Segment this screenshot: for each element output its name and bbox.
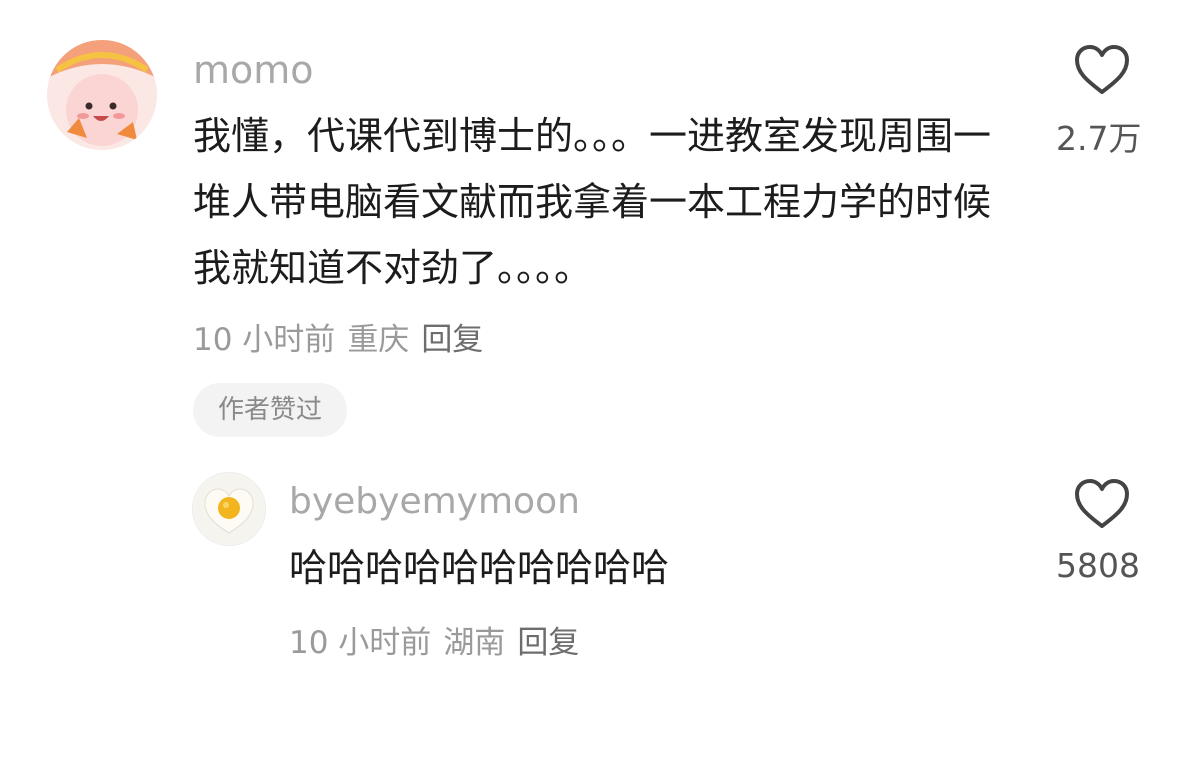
pink-bear-avatar-icon[interactable] xyxy=(47,40,157,150)
username[interactable]: momo xyxy=(193,48,314,92)
location: 重庆 xyxy=(347,322,410,358)
location: 湖南 xyxy=(443,625,506,661)
timestamp: 10 小时前 xyxy=(193,322,336,358)
comment-text: 哈哈哈哈哈哈哈哈哈哈 xyxy=(289,546,670,590)
reply-button[interactable]: 回复 xyxy=(517,625,579,661)
like-button[interactable] xyxy=(1072,44,1132,100)
username[interactable]: byebyemymoon xyxy=(289,481,580,522)
heart-icon xyxy=(1075,45,1129,94)
author-liked-badge: 作者赞过 xyxy=(193,383,347,437)
like-count: 2.7万 xyxy=(1056,119,1142,158)
comment-meta: 10 小时前 重庆 回复 xyxy=(193,314,495,359)
comment-meta: 10 小时前 湖南 回复 xyxy=(289,617,591,662)
reply-button[interactable]: 回复 xyxy=(421,322,483,358)
like-count: 5808 xyxy=(1056,546,1140,585)
heart-egg-avatar-icon[interactable] xyxy=(192,472,266,546)
like-button[interactable] xyxy=(1072,478,1132,530)
comment-text: 我懂，代课代到博士的。。。一进教室发现周围一堆人带电脑看文献而我拿着一本工程力学… xyxy=(193,114,992,290)
heart-icon xyxy=(1075,479,1129,528)
timestamp: 10 小时前 xyxy=(289,625,432,661)
